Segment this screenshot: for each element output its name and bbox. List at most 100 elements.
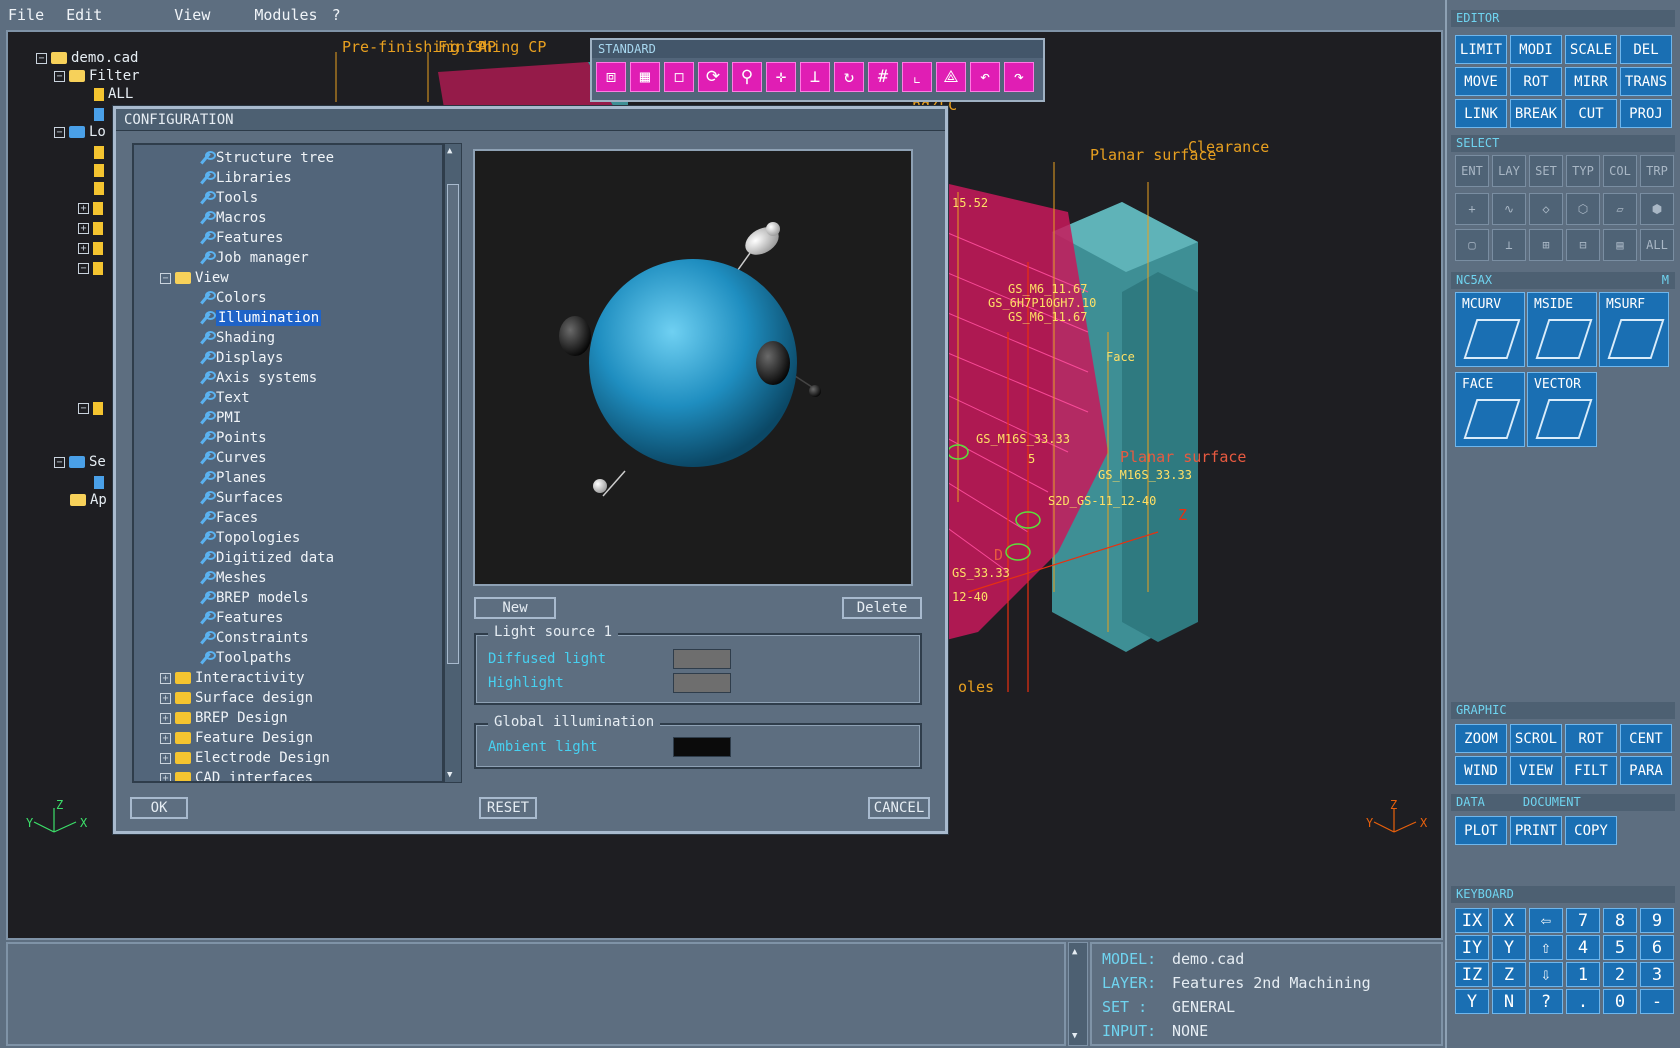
keyboard-key[interactable]: Y xyxy=(1492,935,1526,960)
config-tree-item[interactable]: Structure tree xyxy=(198,149,334,168)
config-tree-item[interactable]: Constraints xyxy=(198,629,309,648)
cube-shaded-icon[interactable]: ▦ xyxy=(630,62,660,92)
ok-button[interactable]: OK xyxy=(130,797,188,819)
keyboard-key[interactable]: 0 xyxy=(1603,989,1637,1014)
nc5ax-button-vector[interactable]: VECTOR xyxy=(1527,372,1597,447)
select-button-typ[interactable]: TYP xyxy=(1566,155,1600,187)
editor-button-link[interactable]: LINK xyxy=(1455,99,1507,128)
scroll-thumb[interactable] xyxy=(447,184,459,664)
graphic-button-filt[interactable]: FILT xyxy=(1565,756,1617,785)
config-tree-item[interactable]: BREP models xyxy=(198,589,309,608)
pan-icon[interactable]: ✛ xyxy=(766,62,796,92)
light-source-icon[interactable] xyxy=(766,222,780,236)
keyboard-key[interactable]: 7 xyxy=(1566,908,1600,933)
reset-button[interactable]: RESET xyxy=(479,797,537,819)
config-tree-item[interactable]: Curves xyxy=(198,449,267,468)
nc5ax-button-mcurv[interactable]: MCURV xyxy=(1455,292,1525,367)
config-tree-item[interactable]: Displays xyxy=(198,349,283,368)
expand-icon[interactable]: + xyxy=(160,732,171,744)
editor-button-trans[interactable]: TRANS xyxy=(1620,67,1672,96)
plane-icon[interactable]: ⟁ xyxy=(936,62,966,92)
editor-button-break[interactable]: BREAK xyxy=(1510,99,1562,128)
editor-button-rot[interactable]: ROT xyxy=(1510,67,1562,96)
scroll-down-icon[interactable]: ▼ xyxy=(1072,1031,1084,1041)
select-filter-icon[interactable]: ⬢ xyxy=(1640,193,1674,225)
document-button-copy[interactable]: COPY xyxy=(1565,816,1617,845)
config-tree-item[interactable]: + Electrode Design xyxy=(160,749,330,768)
select-filter-icon[interactable]: ⊞ xyxy=(1529,229,1563,261)
refresh-icon[interactable]: ↻ xyxy=(834,62,864,92)
config-tree-item[interactable]: Illumination xyxy=(198,309,322,328)
select-button-lay[interactable]: LAY xyxy=(1492,155,1526,187)
expand-icon[interactable]: + xyxy=(160,712,171,724)
menu-help[interactable]: ? xyxy=(332,6,341,24)
editor-button-mirr[interactable]: MIRR xyxy=(1565,67,1617,96)
keyboard-key[interactable]: X xyxy=(1492,908,1526,933)
new-light-button[interactable]: New xyxy=(474,597,556,619)
select-filter-icon[interactable]: ⬡ xyxy=(1566,193,1600,225)
keyboard-key[interactable]: 3 xyxy=(1640,962,1674,987)
editor-button-proj[interactable]: PROJ xyxy=(1620,99,1672,128)
document-button-print[interactable]: PRINT xyxy=(1510,816,1562,845)
config-tree-item[interactable]: + BREP Design xyxy=(160,709,288,728)
editor-button-modi[interactable]: MODI xyxy=(1510,35,1562,64)
keyboard-key[interactable]: 4 xyxy=(1566,935,1600,960)
keyboard-key[interactable]: 1 xyxy=(1566,962,1600,987)
editor-button-cut[interactable]: CUT xyxy=(1565,99,1617,128)
config-tree-item[interactable]: Axis systems xyxy=(198,369,317,388)
config-tree-item[interactable]: Features xyxy=(198,609,283,628)
axis-icon[interactable]: ⊥ xyxy=(800,62,830,92)
undo-icon[interactable]: ↶ xyxy=(970,62,1000,92)
editor-button-scale[interactable]: SCALE xyxy=(1565,35,1617,64)
grid-icon[interactable]: # xyxy=(868,62,898,92)
editor-button-del[interactable]: DEL xyxy=(1620,35,1672,64)
keyboard-key[interactable]: ⇧ xyxy=(1529,935,1563,960)
config-tree-item[interactable]: Planes xyxy=(198,469,267,488)
keyboard-key[interactable]: 8 xyxy=(1603,908,1637,933)
config-tree-item[interactable]: + Surface design xyxy=(160,689,313,708)
nc5ax-button-face[interactable]: FACE xyxy=(1455,372,1525,447)
select-filter-icon[interactable]: ⊥ xyxy=(1492,229,1526,261)
cube-icon[interactable]: ◻ xyxy=(664,62,694,92)
select-filter-icon[interactable]: ▱ xyxy=(1603,193,1637,225)
config-tree-item[interactable]: Tools xyxy=(198,189,258,208)
config-tree-item[interactable]: Text xyxy=(198,389,250,408)
keyboard-key[interactable]: ⇦ xyxy=(1529,908,1563,933)
select-filter-icon[interactable]: + xyxy=(1455,193,1489,225)
config-tree-item[interactable]: + Interactivity xyxy=(160,669,305,688)
config-tree-item[interactable]: Topologies xyxy=(198,529,300,548)
nc5ax-button-msurf[interactable]: MSURF xyxy=(1599,292,1669,367)
select-button-set[interactable]: SET xyxy=(1529,155,1563,187)
light-source-icon[interactable] xyxy=(756,341,790,385)
keyboard-key[interactable]: N xyxy=(1492,989,1526,1014)
menu-modules[interactable]: Modules xyxy=(254,6,317,24)
keyboard-key[interactable]: ⇩ xyxy=(1529,962,1563,987)
config-tree-item[interactable]: Shading xyxy=(198,329,275,348)
config-tree-item[interactable]: Macros xyxy=(198,209,267,228)
keyboard-key[interactable]: 5 xyxy=(1603,935,1637,960)
graphic-button-cent[interactable]: CENT xyxy=(1620,724,1672,753)
expand-icon[interactable]: + xyxy=(160,672,171,684)
cancel-button[interactable]: CANCEL xyxy=(868,797,930,819)
select-filter-icon[interactable]: ▤ xyxy=(1603,229,1637,261)
expand-icon[interactable]: + xyxy=(160,692,171,704)
select-button-trp[interactable]: TRP xyxy=(1640,155,1674,187)
ambient-light-swatch[interactable] xyxy=(673,737,731,757)
config-tree-item[interactable]: Faces xyxy=(198,509,258,528)
light-source-icon[interactable] xyxy=(809,385,821,397)
light-source-icon[interactable] xyxy=(559,316,591,356)
light-source-icon[interactable] xyxy=(593,479,607,493)
keyboard-key[interactable]: ? xyxy=(1529,989,1563,1014)
highlight-swatch[interactable] xyxy=(673,673,731,693)
config-tree-item[interactable]: − View xyxy=(160,269,229,288)
config-tree-item[interactable]: Features xyxy=(198,229,283,248)
select-filter-icon[interactable]: ⊟ xyxy=(1566,229,1600,261)
select-button-ent[interactable]: ENT xyxy=(1455,155,1489,187)
scroll-down-icon[interactable]: ▼ xyxy=(447,770,452,780)
scroll-up-icon[interactable]: ▲ xyxy=(1072,947,1084,957)
menu-edit[interactable]: Edit xyxy=(66,6,102,24)
editor-button-move[interactable]: MOVE xyxy=(1455,67,1507,96)
keyboard-key[interactable]: - xyxy=(1640,989,1674,1014)
expand-icon[interactable]: + xyxy=(160,772,171,781)
config-tree-item[interactable]: + Feature Design xyxy=(160,729,313,748)
